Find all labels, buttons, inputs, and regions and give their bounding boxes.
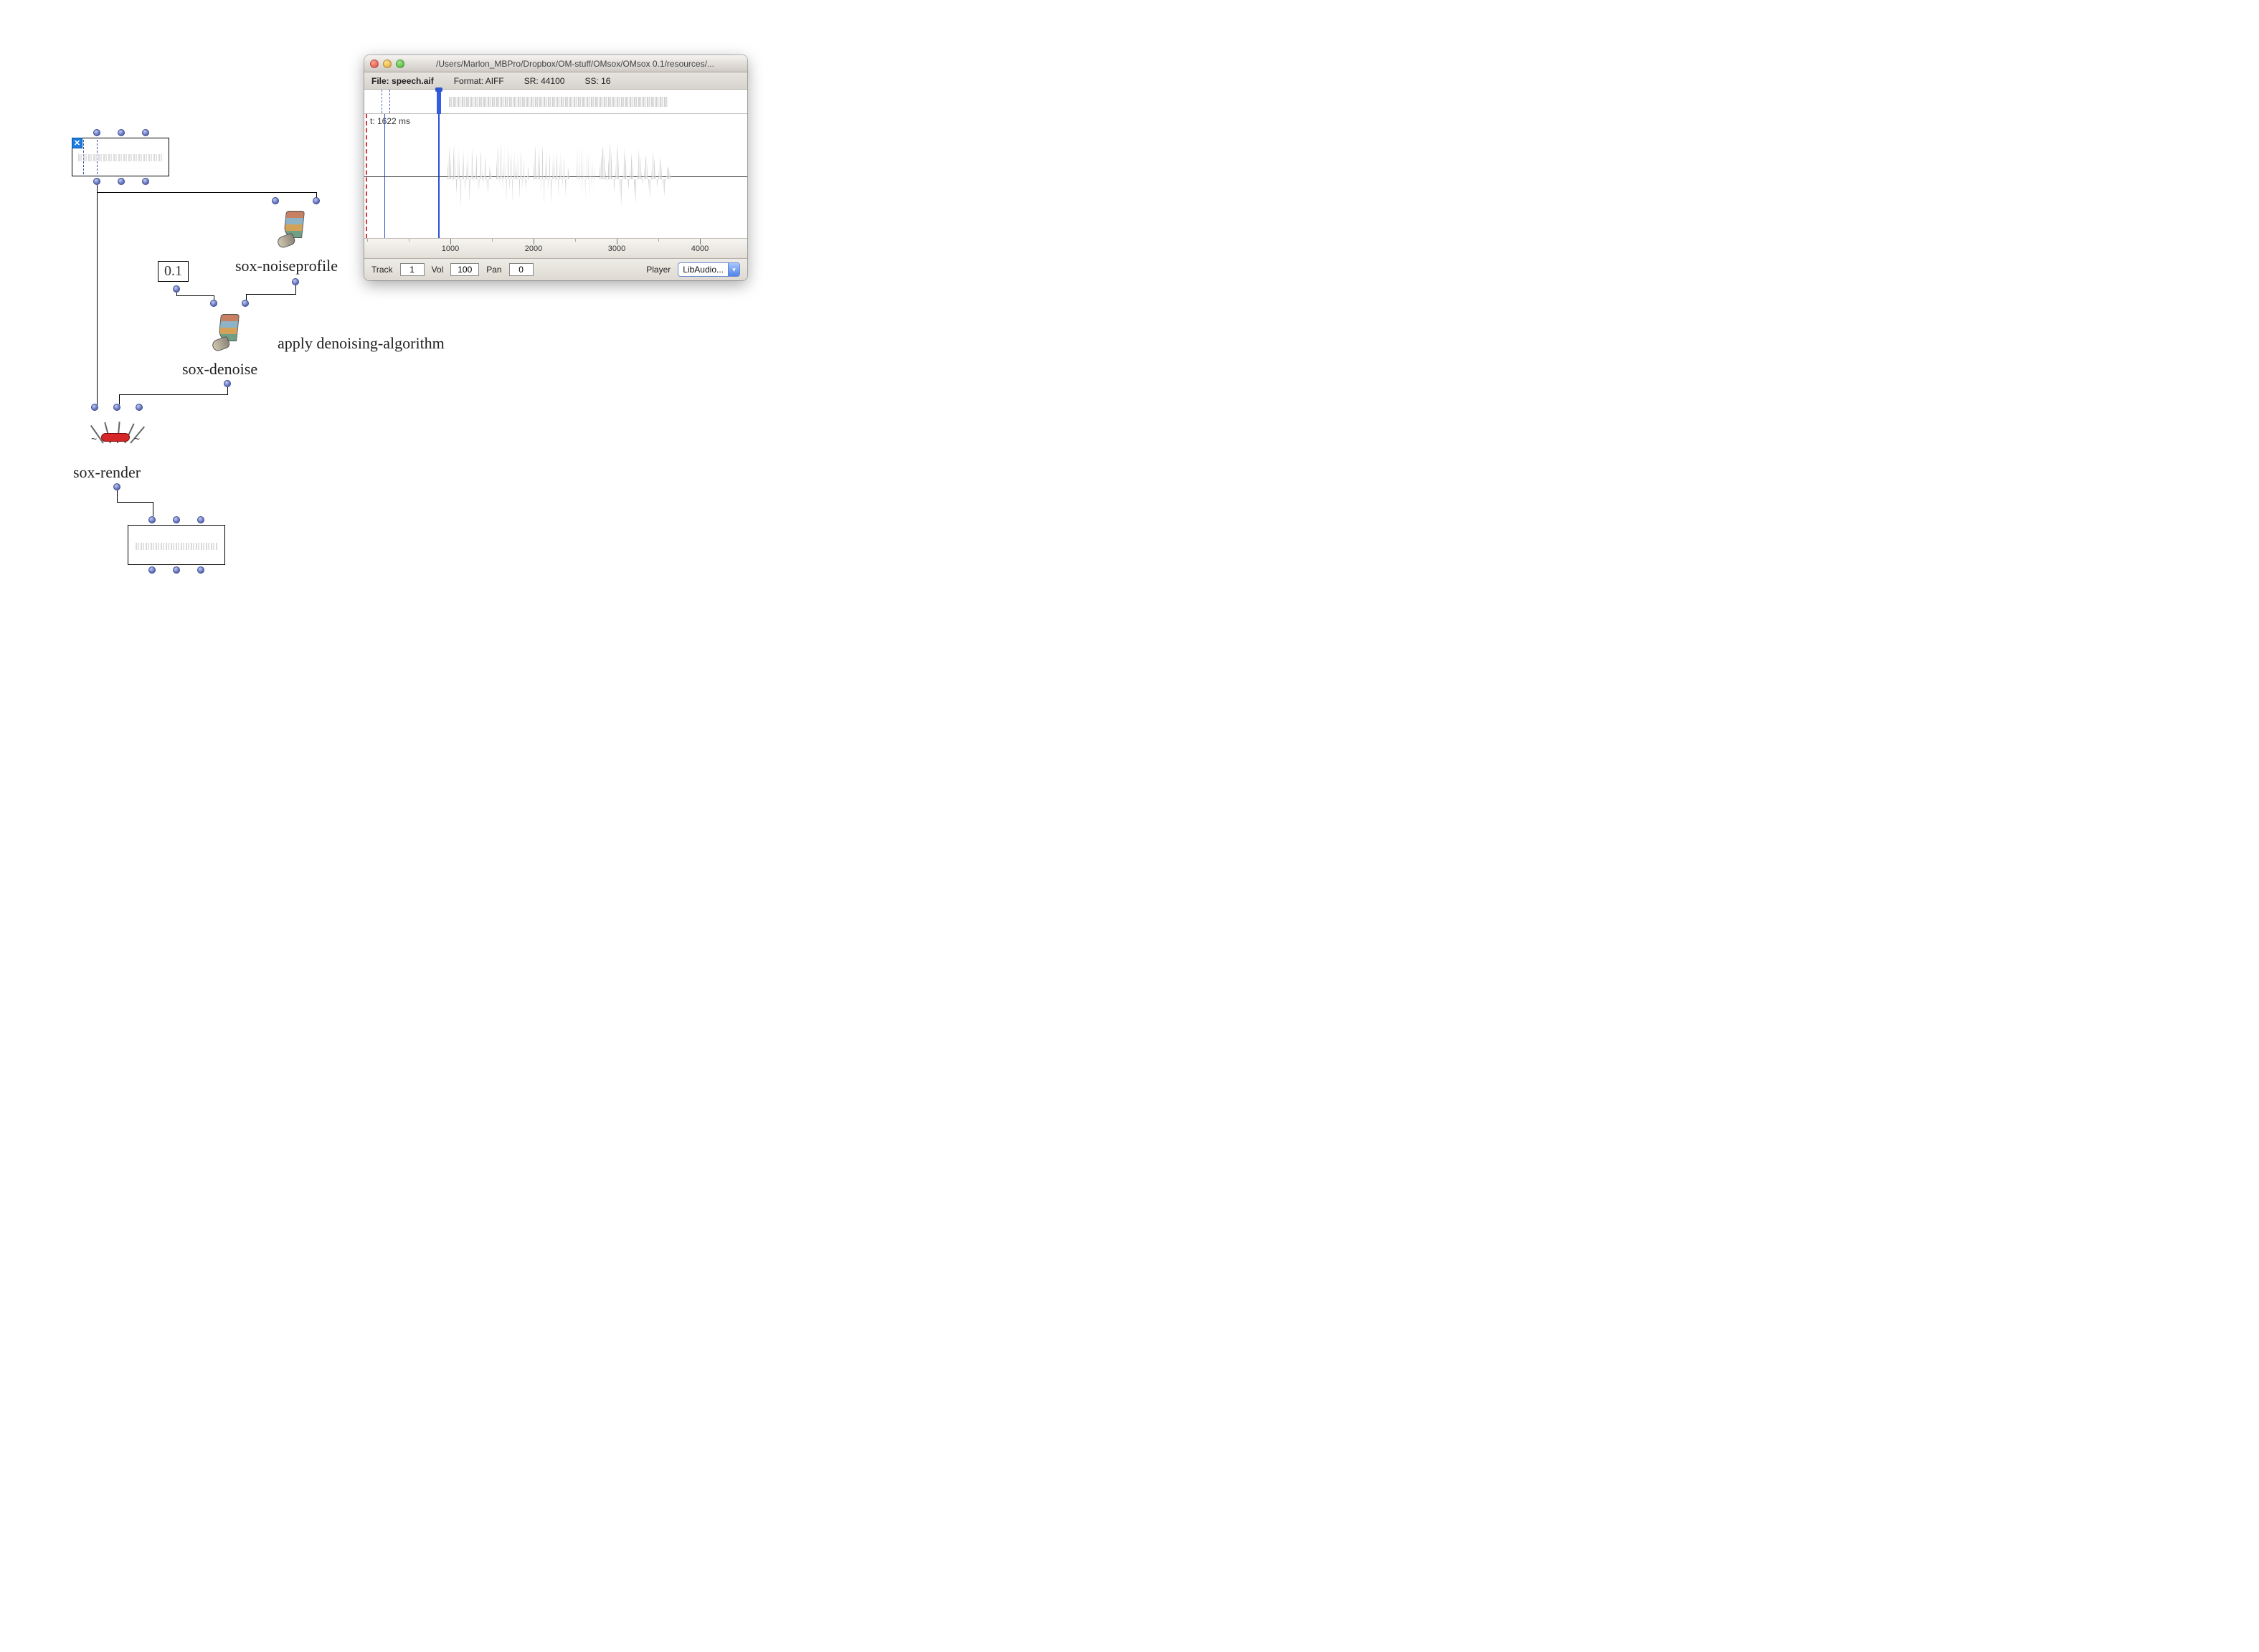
port[interactable] [148,566,156,574]
port[interactable] [242,300,249,307]
port[interactable] [91,404,98,411]
audio-editor-window[interactable]: /Users/Marlon_MBPro/Dropbox/OM-stuff/OMs… [364,55,747,280]
sox-render-icon[interactable]: ~ ~ [94,419,137,452]
sox-render-label: sox-render [73,463,141,482]
wire [117,490,118,502]
pan-label: Pan [486,265,501,275]
bitdepth-label: SS: 16 [584,76,610,86]
overview-waveform[interactable] [364,90,747,114]
port[interactable] [197,516,204,523]
value-box[interactable]: 0.1 [158,261,189,282]
vol-label: Vol [432,265,444,275]
port[interactable] [113,483,120,490]
format-label: Format: AIFF [454,76,504,86]
port[interactable] [224,380,231,387]
wire [176,295,214,296]
sox-noiseprofile-icon[interactable] [278,208,308,250]
minimize-button[interactable] [383,60,392,68]
port[interactable] [142,178,149,185]
wire [295,285,296,294]
port[interactable] [136,404,143,411]
audio-source-box[interactable]: ✕ [72,138,169,176]
chevron-updown-icon: ▾ [728,263,739,276]
port[interactable] [142,129,149,136]
value-box-text: 0.1 [164,263,182,279]
port[interactable] [292,278,299,285]
sox-noiseprofile-label: sox-noiseprofile [235,257,338,275]
time-ruler[interactable]: 1000 2000 3000 4000 [364,239,747,259]
window-title: /Users/Marlon_MBPro/Dropbox/OM-stuff/OMs… [409,59,742,69]
player-selected: LibAudio... [678,265,728,275]
sox-denoise-icon[interactable] [212,311,242,353]
audio-info-bar: File: speech.aif Format: AIFF SR: 44100 … [364,72,747,90]
port[interactable] [197,566,204,574]
port[interactable] [118,129,125,136]
port[interactable] [118,178,125,185]
port[interactable] [113,404,120,411]
port[interactable] [173,285,180,293]
wire [227,387,228,394]
pan-input[interactable] [509,263,534,276]
locked-badge: ✕ [72,138,82,148]
overview-playhead[interactable] [437,90,441,117]
tick-label: 2000 [525,245,542,253]
mini-waveform [78,154,163,161]
player-select[interactable]: LibAudio... ▾ [678,262,740,277]
wire [97,192,317,193]
track-label: Track [371,265,393,275]
denoise-comment: apply denoising-algorithm [278,334,445,353]
player-label: Player [646,265,671,275]
samplerate-label: SR: 44100 [524,76,565,86]
port[interactable] [173,566,180,574]
cursor-time: t: 1622 ms [370,116,410,126]
tick-label: 4000 [691,245,709,253]
playback-controls: Track Vol Pan Player LibAudio... ▾ [364,259,747,280]
wire [119,394,228,395]
port[interactable] [93,178,100,185]
zoom-button[interactable] [396,60,404,68]
tick-label: 1000 [442,245,459,253]
port[interactable] [93,129,100,136]
tick-label: 3000 [608,245,625,253]
wire [117,502,153,503]
main-waveform[interactable]: t: 1622 ms [364,114,747,239]
titlebar[interactable]: /Users/Marlon_MBPro/Dropbox/OM-stuff/OMs… [364,55,747,72]
wire [246,294,296,295]
close-button[interactable] [370,60,379,68]
wire [97,185,98,406]
overview-wave-icon [449,97,668,107]
vol-input[interactable] [450,263,479,276]
port[interactable] [173,516,180,523]
port[interactable] [210,300,217,307]
overview-selection [382,90,390,113]
file-label: File: speech.aif [371,76,434,86]
sox-denoise-label: sox-denoise [182,360,257,379]
port[interactable] [313,197,320,204]
track-input[interactable] [400,263,425,276]
audio-output-box[interactable] [128,525,225,565]
port[interactable] [272,197,279,204]
wire [119,394,120,404]
port[interactable] [148,516,156,523]
mini-waveform [136,543,217,550]
